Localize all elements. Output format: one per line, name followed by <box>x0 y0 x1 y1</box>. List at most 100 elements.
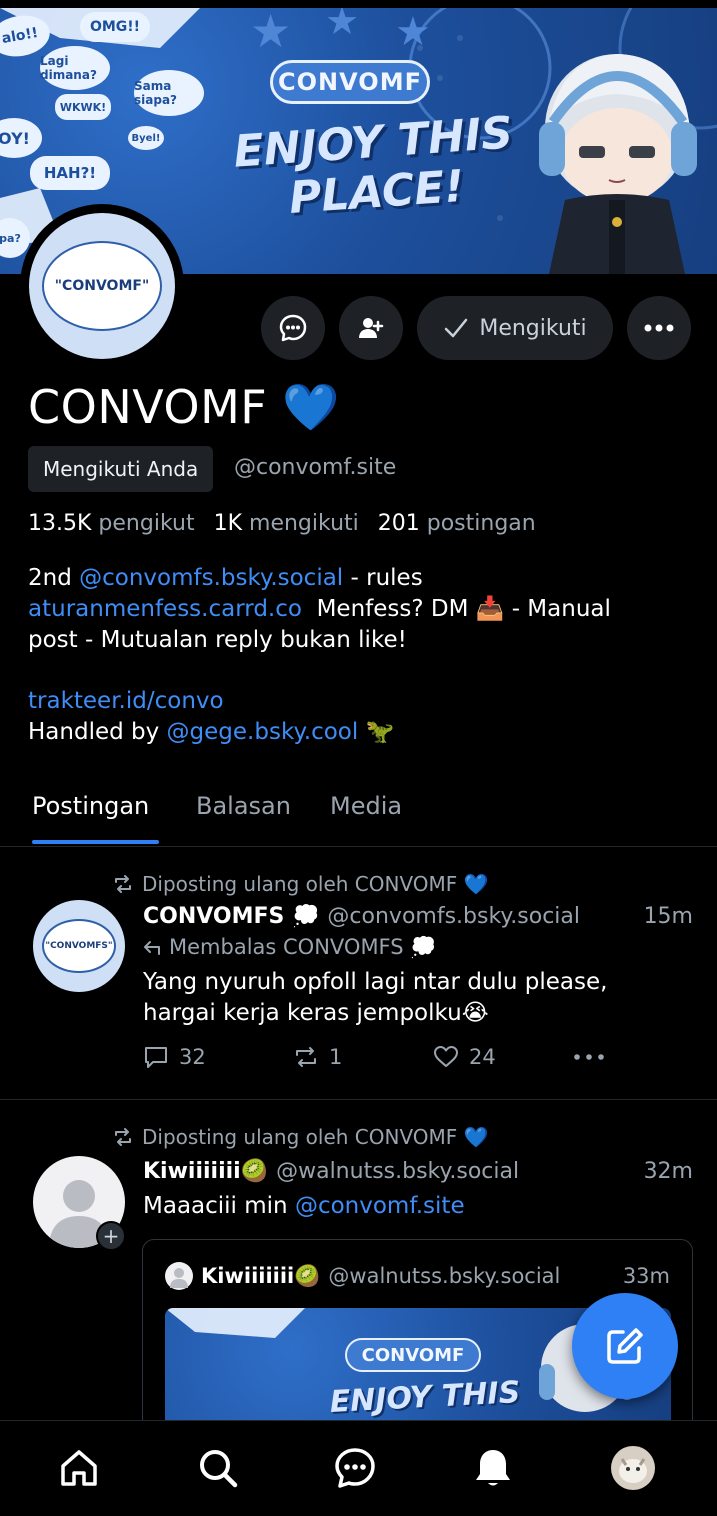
bio-line-4: trakteer.id/convo <box>28 686 698 717</box>
bio-mention-link[interactable]: @convomfs.bsky.social <box>79 565 343 591</box>
bottom-navigation <box>0 1420 717 1516</box>
doodle-bubble: HAH?! <box>30 156 110 190</box>
comment-icon <box>145 1047 167 1068</box>
profile-avatar-ring: "CONVOMF" <box>20 204 184 368</box>
heart-icon <box>434 1046 458 1067</box>
doodle-bubble: OMG!! <box>80 12 150 42</box>
post-text-line: Yang nyuruh opfoll lagi ntar dulu please… <box>143 969 608 995</box>
quoted-post-header: Kiwiiiiiii🥝 @walnutss.bsky.social <box>165 1262 560 1290</box>
compose-button[interactable] <box>572 1293 678 1399</box>
reply-button[interactable]: 32 <box>143 1045 293 1069</box>
posts-count: 201 <box>377 511 420 536</box>
repost-icon <box>115 875 131 893</box>
blue-heart-emoji: 💙 <box>282 380 341 434</box>
repost-icon <box>115 1128 131 1146</box>
profile-display-name: CONVOMF 💙 <box>28 380 340 435</box>
repost-count: 1 <box>329 1045 343 1069</box>
following-label: mengikuti <box>249 511 359 536</box>
doodle-bubble: Sama siapa? <box>134 70 204 116</box>
chat-bubble-dots-icon <box>279 314 307 342</box>
chat-icon <box>335 1448 375 1488</box>
post-timestamp[interactable]: 32m <box>644 1159 693 1184</box>
followers-count: 13.5K <box>28 511 92 536</box>
nav-profile[interactable] <box>608 1443 658 1493</box>
followers-label: pengikut <box>98 511 195 536</box>
posts-stat: 201 postingan <box>378 511 548 536</box>
post-text: Maaaciii min @convomf.site <box>143 1191 693 1222</box>
active-tab-indicator <box>32 840 159 844</box>
bio-text: Handled by <box>28 719 167 745</box>
bio-emoji: 🦖 <box>358 719 395 745</box>
following-button[interactable]: Mengikuti <box>417 296 613 360</box>
bio-line-5: Handled by @gege.bsky.cool 🦖 <box>28 717 698 748</box>
like-button[interactable]: 24 <box>433 1045 573 1069</box>
avatar-label: "CONVOMF" <box>42 241 162 331</box>
bio-mention-link[interactable]: @gege.bsky.cool <box>167 719 359 745</box>
post-author-handle[interactable]: @convomfs.bsky.social <box>327 904 580 929</box>
display-name-text: CONVOMF <box>28 380 268 434</box>
tab-postingan[interactable]: Postingan <box>32 792 149 820</box>
repost-label: Diposting ulang oleh CONVOMF 💙 <box>142 872 489 896</box>
bio-url-link[interactable]: aturanmenfess.carrd.co <box>28 596 302 622</box>
post-mention-link[interactable]: @convomf.site <box>295 1193 465 1219</box>
post-author-row: CONVOMFS 💭 @convomfs.bsky.social <box>143 904 693 929</box>
repost-button[interactable]: 1 <box>293 1045 433 1069</box>
reply-count: 32 <box>179 1045 206 1069</box>
nav-search[interactable] <box>193 1443 243 1493</box>
post-author-handle[interactable]: @walnutss.bsky.social <box>276 1159 519 1184</box>
star-decoration-icon: ★ <box>325 8 360 43</box>
feed-post[interactable]: Diposting ulang oleh CONVOMF 💙 "CONVOMFS… <box>0 848 717 1100</box>
star-decoration-icon: ★ <box>395 9 431 55</box>
repost-label: Diposting ulang oleh CONVOMF 💙 <box>142 1125 489 1149</box>
message-button[interactable] <box>261 296 325 360</box>
like-count: 24 <box>469 1045 496 1069</box>
mascot-illustration <box>539 54 697 274</box>
doodle-bubble: Byel! <box>128 126 164 150</box>
profile-bio: 2nd @convomfs.bsky.social - rules aturan… <box>28 563 698 748</box>
bio-line-2: aturanmenfess.carrd.co Menfess? DM 📥 - M… <box>28 594 698 625</box>
profile-avatar[interactable]: "CONVOMF" <box>29 213 175 359</box>
post-text-line: Maaaciii min <box>143 1193 295 1219</box>
avatar-label: "CONVOMFS" <box>42 919 116 973</box>
profile-tabs: Postingan Balasan Media <box>0 770 717 847</box>
more-horizontal-icon <box>574 1054 604 1060</box>
more-options-button[interactable] <box>627 296 691 360</box>
quoted-author-handle: @walnutss.bsky.social <box>328 1264 561 1288</box>
quoted-author-name: Kiwiiiiiii🥝 <box>201 1263 321 1288</box>
compose-pencil-icon <box>607 1328 643 1364</box>
bio-spacer <box>28 656 698 686</box>
nav-notifications[interactable] <box>468 1443 518 1493</box>
bio-url-link[interactable]: trakteer.id/convo <box>28 688 224 714</box>
bio-text: Menfess? DM 📥 - Manual <box>301 596 611 622</box>
reply-to-indicator: Membalas CONVOMFS 💭 <box>143 935 436 960</box>
post-author-name[interactable]: CONVOMFS 💭 <box>143 904 319 929</box>
user-plus-icon <box>359 318 384 338</box>
post-timestamp[interactable]: 15m <box>644 904 693 929</box>
followers-stat[interactable]: 13.5K pengikut <box>28 511 207 536</box>
add-to-list-button[interactable] <box>339 296 403 360</box>
bio-line-3: post - Mutualan reply bukan like! <box>28 627 407 653</box>
post-author-name[interactable]: Kiwiiiiiii🥝 <box>143 1159 268 1184</box>
post-author-avatar[interactable]: "CONVOMFS" <box>33 900 125 992</box>
nav-chat[interactable] <box>330 1443 380 1493</box>
bio-text: 2nd <box>28 565 80 591</box>
post-more-button[interactable] <box>573 1053 605 1061</box>
quoted-post-timestamp: 33m <box>622 1264 670 1288</box>
following-count: 1K <box>213 511 243 536</box>
star-decoration-icon: ★ <box>250 8 292 58</box>
profile-handle[interactable]: @convomf.site <box>234 455 396 480</box>
tab-balasan[interactable]: Balasan <box>196 792 291 820</box>
more-horizontal-icon <box>644 324 674 332</box>
reply-to-label: Membalas CONVOMFS 💭 <box>169 935 437 959</box>
check-icon <box>445 318 468 338</box>
follow-plus-icon[interactable]: + <box>96 1221 126 1251</box>
tab-media[interactable]: Media <box>330 792 402 820</box>
post-actions: 32 1 24 <box>143 1045 643 1069</box>
post-author-row: Kiwiiiiiii🥝 @walnutss.bsky.social <box>143 1159 693 1184</box>
doodle-bubble: Lagi dimana? <box>40 46 110 90</box>
banner-title: CONVOMF <box>270 60 430 104</box>
nav-home[interactable] <box>54 1443 104 1493</box>
profile-avatar <box>611 1446 655 1490</box>
bio-text: - rules <box>343 565 423 591</box>
following-stat[interactable]: 1K mengikuti <box>214 511 371 536</box>
